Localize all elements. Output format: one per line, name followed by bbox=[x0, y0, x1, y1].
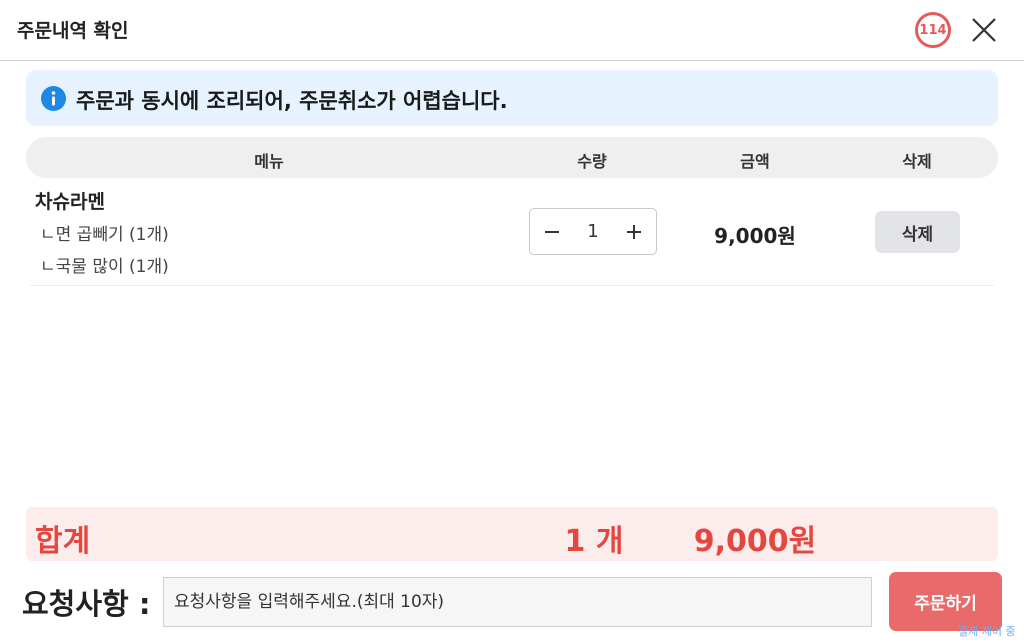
status-text: 결제 제어 중 bbox=[958, 625, 1016, 638]
close-icon bbox=[972, 18, 996, 42]
column-delete: 삭제 bbox=[902, 152, 932, 171]
close-button[interactable] bbox=[968, 14, 1000, 46]
column-menu: 메뉴 bbox=[254, 152, 284, 171]
total-label: 합계 bbox=[35, 524, 91, 559]
item-option: ㄴ면 곱빼기 (1개) bbox=[40, 225, 169, 245]
modal-header: 주문내역 확인 114 bbox=[0, 0, 1024, 61]
countdown-timer: 114 bbox=[915, 12, 951, 48]
decrease-button[interactable] bbox=[530, 209, 574, 254]
info-icon bbox=[41, 86, 66, 111]
request-label: 요청사항 : bbox=[22, 587, 151, 621]
column-amount: 금액 bbox=[740, 152, 770, 171]
total-count: 1 개 bbox=[564, 524, 624, 559]
total-price: 9,000원 bbox=[693, 524, 817, 559]
increase-button[interactable] bbox=[612, 209, 656, 254]
item-option: ㄴ국물 많이 (1개) bbox=[40, 257, 169, 277]
notice-banner: 주문과 동시에 조리되어, 주문취소가 어렵습니다. bbox=[26, 70, 998, 126]
notice-text: 주문과 동시에 조리되어, 주문취소가 어렵습니다. bbox=[76, 89, 508, 113]
delete-button[interactable]: 삭제 bbox=[875, 211, 960, 253]
page-title: 주문내역 확인 bbox=[17, 20, 129, 42]
item-price: 9,000원 bbox=[714, 224, 796, 248]
quantity-value: 1 bbox=[587, 221, 599, 242]
total-bar: 합계 1 개 9,000원 bbox=[26, 507, 998, 561]
plus-icon bbox=[627, 224, 641, 239]
table-header: 메뉴 수량 금액 삭제 bbox=[26, 137, 998, 178]
minus-icon bbox=[545, 230, 559, 233]
table-row: 차슈라멘 ㄴ면 곱빼기 (1개) ㄴ국물 많이 (1개) 1 9,000원 삭제 bbox=[30, 180, 994, 286]
quantity-stepper: 1 bbox=[529, 208, 657, 255]
column-quantity: 수량 bbox=[577, 152, 607, 171]
request-input[interactable] bbox=[163, 577, 872, 627]
item-name: 차슈라멘 bbox=[35, 191, 105, 213]
